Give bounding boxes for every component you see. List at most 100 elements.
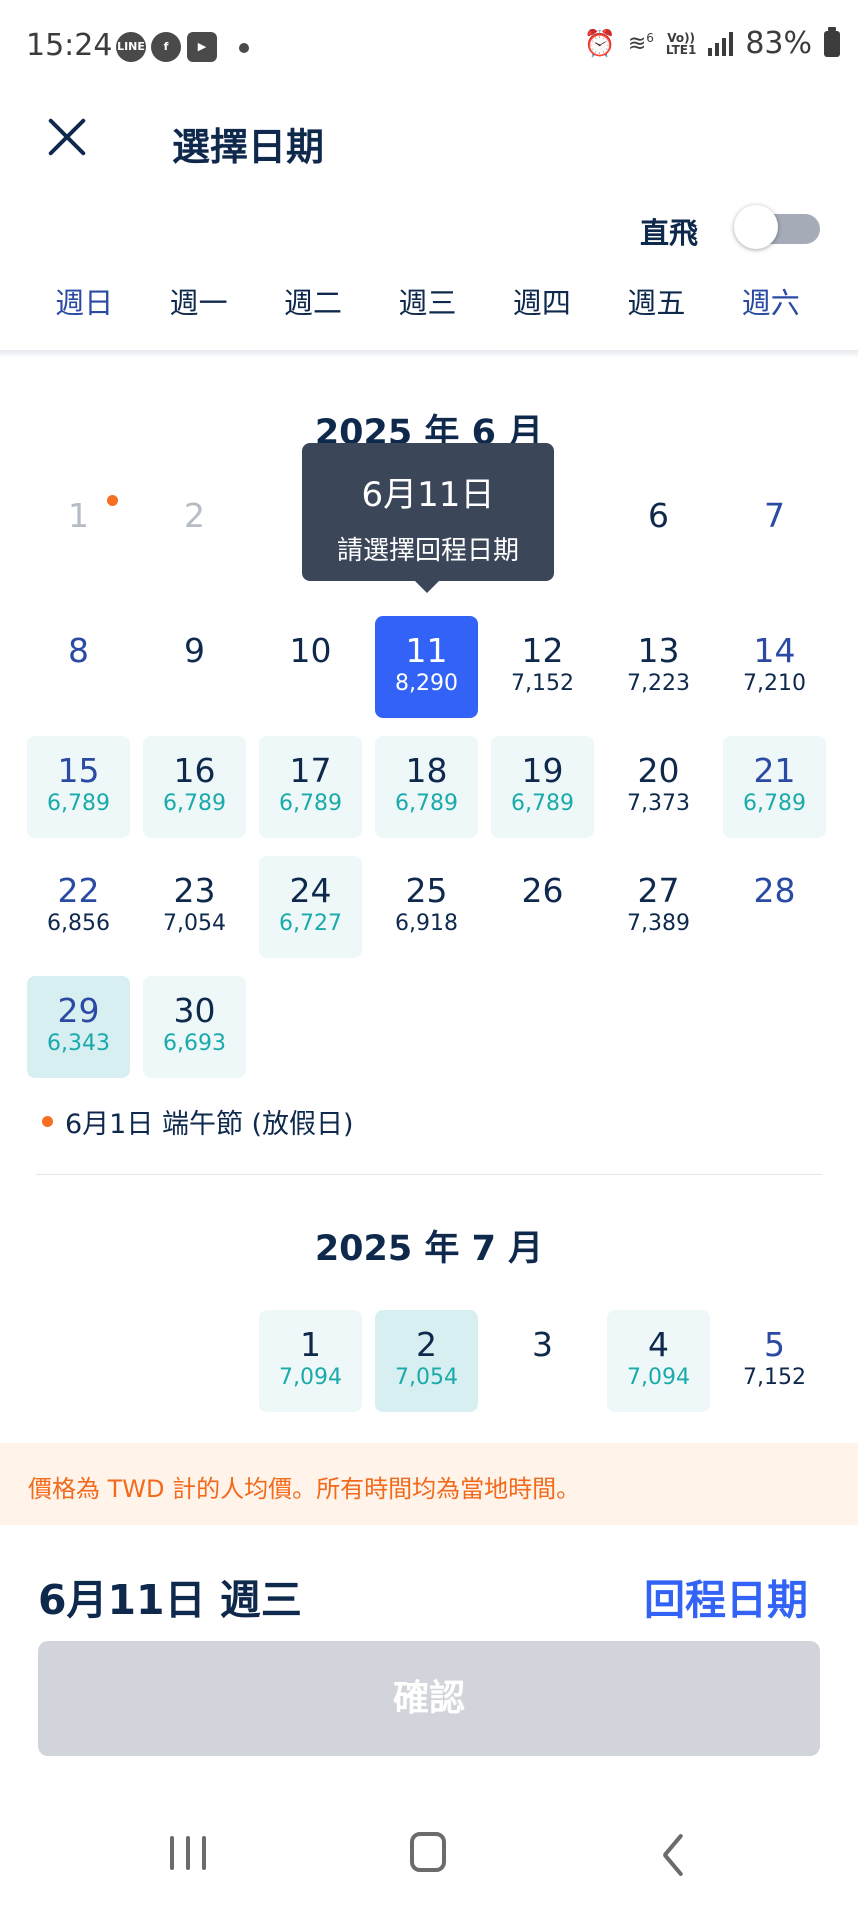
day-cell[interactable]: 2 [143,481,246,583]
weekday-fri: 週五 [627,286,686,320]
day-cell[interactable]: 18 6,789 [375,736,478,838]
holiday-note-text: 6月1日 端午節 (放假日) [65,1109,354,1140]
day-cell[interactable]: 8 [27,616,130,718]
day-cell[interactable]: 21 6,789 [723,736,826,838]
day-number: 27 [637,871,680,910]
day-price: 7,054 [163,911,226,936]
day-number: 5 [764,1325,785,1364]
day-cell[interactable]: 5 7,152 [723,1310,826,1412]
day-number: 2 [416,1325,437,1364]
day-number: 12 [521,631,564,670]
day-price: 6,789 [743,791,806,816]
day-cell[interactable]: 2 7,054 [375,1310,478,1412]
day-price: 7,373 [627,791,690,816]
holiday-dot-icon [42,1116,53,1127]
day-number: 28 [753,871,796,910]
day-number: 26 [521,871,564,910]
status-bar: 15:24 LINE f ▶ ⏰ ≋6 Vo)) LTE1 83% [0,0,858,96]
day-cell[interactable]: 16 6,789 [143,736,246,838]
recent-apps-icon[interactable] [170,1836,206,1870]
back-icon[interactable] [660,1834,684,1874]
day-number: 15 [57,751,100,790]
status-right: ⏰ ≋6 Vo)) LTE1 83% [583,26,840,61]
tooltip-subtitle: 請選擇回程日期 [336,536,519,566]
close-icon[interactable] [42,112,92,162]
status-time: 15:24 [26,28,113,63]
day-cell[interactable]: 10 [259,616,362,718]
day-cell[interactable]: 14 7,210 [723,616,826,718]
day-cell[interactable]: 6 [607,481,710,583]
day-cell[interactable]: 27 7,389 [607,856,710,958]
battery-icon [824,26,840,57]
day-number: 13 [637,631,680,670]
day-price: 6,789 [395,791,458,816]
day-cell[interactable]: 26 [491,856,594,958]
tooltip-title: 6月11日 [361,475,495,515]
day-number: 11 [405,631,448,670]
day-cell[interactable]: 24 6,727 [259,856,362,958]
day-cell[interactable]: 4 7,094 [607,1310,710,1412]
day-number: 24 [289,871,332,910]
day-number: 22 [57,871,100,910]
day-number: 16 [173,751,216,790]
day-price: 7,152 [511,671,574,696]
home-icon[interactable] [410,1832,446,1872]
day-number: 21 [753,751,796,790]
confirm-button[interactable]: 確認 [38,1641,820,1756]
day-number: 29 [57,991,100,1030]
selection-tooltip: 6月11日 請選擇回程日期 [302,443,554,581]
day-cell[interactable]: 28 [723,856,826,958]
holiday-dot-icon [107,495,118,506]
signal-icon [708,31,734,56]
day-cell[interactable]: 17 6,789 [259,736,362,838]
day-cell[interactable]: 12 7,152 [491,616,594,718]
weekday-header: 週日 週一 週二 週三 週四 週五 週六 [27,280,828,330]
direct-flight-toggle[interactable] [734,205,820,249]
day-cell[interactable]: 29 6,343 [27,976,130,1078]
day-cell[interactable]: 19 6,789 [491,736,594,838]
day-number: 19 [521,751,564,790]
day-cell[interactable]: 3 [491,1310,594,1412]
day-cell[interactable]: 1 [27,481,130,583]
day-number: 18 [405,751,448,790]
day-price: 6,918 [395,911,458,936]
day-number: 4 [648,1325,669,1364]
day-price: 7,389 [627,911,690,936]
day-cell[interactable]: 11 8,290 [375,616,478,718]
weekday-mon: 週一 [169,286,228,320]
day-number: 20 [637,751,680,790]
weekday-tue: 週二 [284,286,343,320]
day-price: 6,789 [47,791,110,816]
header-divider [0,350,858,358]
day-cell[interactable]: 7 [723,481,826,583]
day-cell[interactable]: 1 7,094 [259,1310,362,1412]
notification-dot-icon [239,43,249,53]
day-cell[interactable]: 20 7,373 [607,736,710,838]
day-price: 7,210 [743,671,806,696]
weekday-wed: 週三 [398,286,457,320]
day-price: 8,290 [395,671,458,696]
day-cell[interactable]: 30 6,693 [143,976,246,1078]
day-price: 6,789 [511,791,574,816]
day-price: 7,152 [743,1365,806,1390]
day-cell[interactable]: 23 7,054 [143,856,246,958]
day-price: 7,054 [395,1365,458,1390]
day-number: 8 [68,631,89,670]
day-number: 6 [648,496,669,535]
return-date-link[interactable]: 回程日期 [644,1566,808,1626]
day-cell[interactable]: 13 7,223 [607,616,710,718]
price-notice-text: 價格為 TWD 計的人均價。所有時間均為當地時間。 [28,1475,581,1503]
day-price: 6,789 [163,791,226,816]
month-title-july: 2025 年 7 月 [314,1229,544,1269]
day-cell[interactable]: 9 [143,616,246,718]
day-price: 7,223 [627,671,690,696]
day-cell[interactable]: 25 6,918 [375,856,478,958]
wifi-icon: ≋6 [627,30,654,57]
day-price: 6,727 [279,911,342,936]
day-cell[interactable]: 22 6,856 [27,856,130,958]
day-cell[interactable]: 15 6,789 [27,736,130,838]
holiday-note: 6月1日 端午節 (放假日) [42,1102,354,1141]
direct-flight-label: 直飛 [640,216,699,250]
weekday-sat: 週六 [741,286,800,320]
selected-date: 6月11日 週三 [38,1576,302,1624]
